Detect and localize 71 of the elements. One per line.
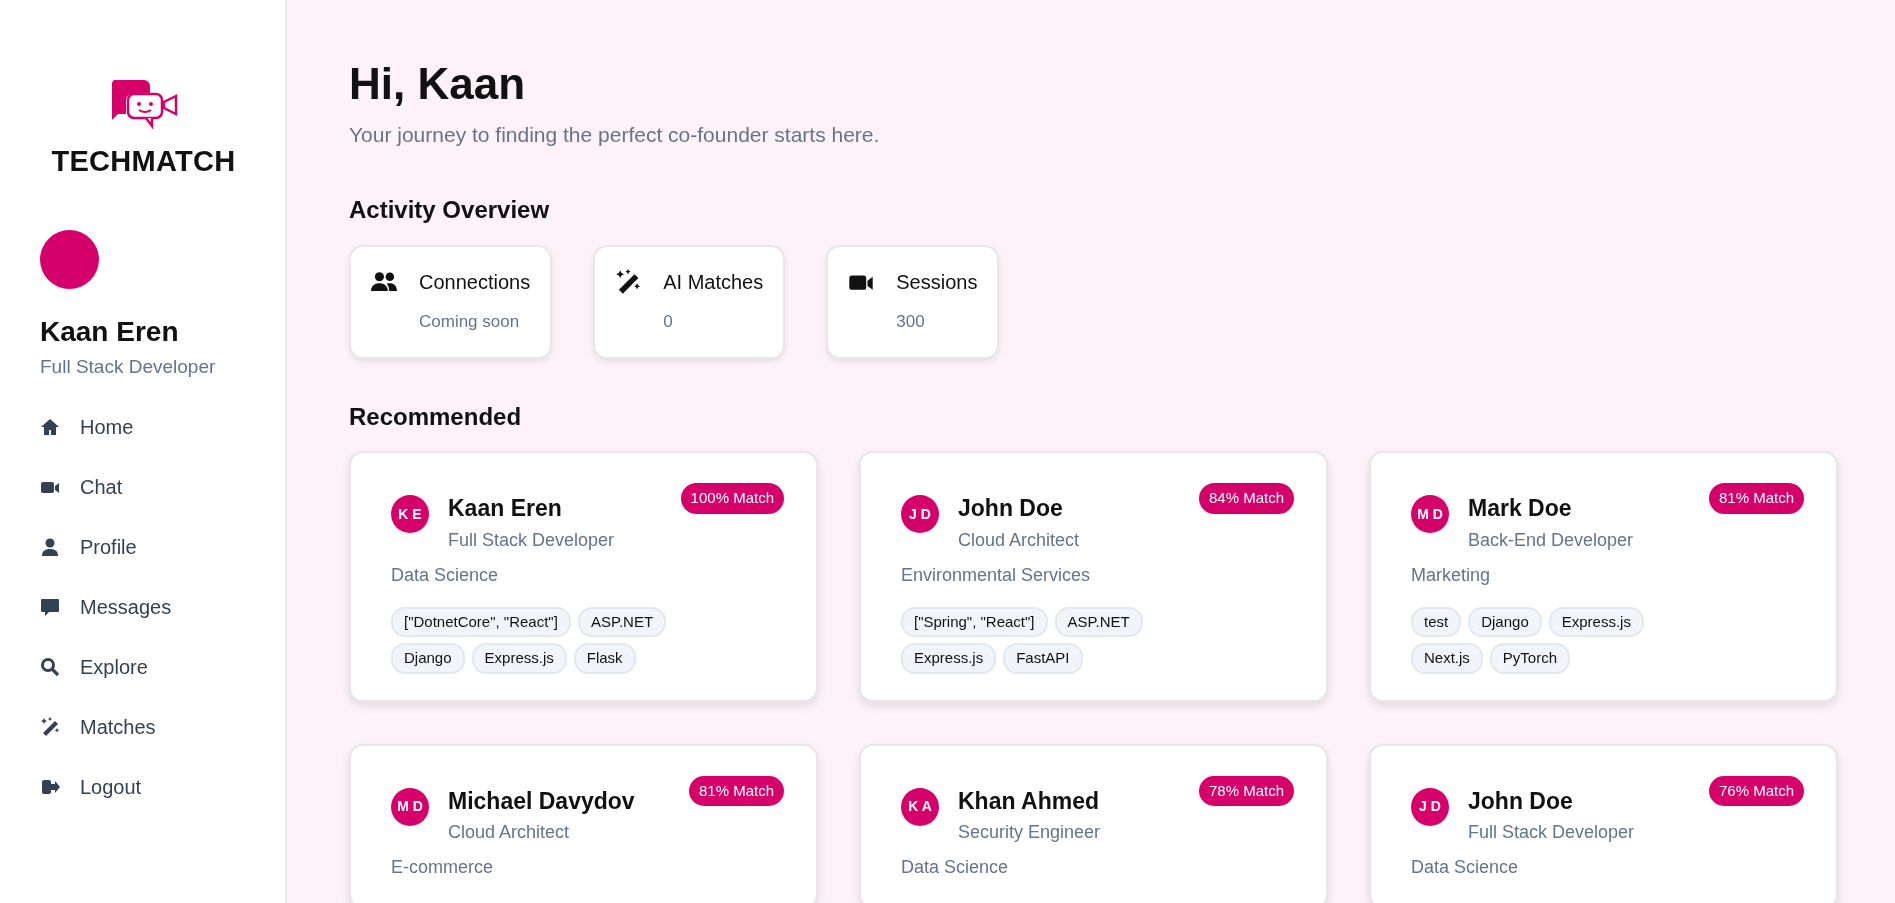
nav-link[interactable]: Profile <box>40 517 285 577</box>
profile-name: Khan Ahmed <box>958 786 1100 816</box>
initials-avatar: M D <box>391 787 429 826</box>
stat-value: Coming soon <box>419 311 521 334</box>
skill-tag: Express.js <box>1548 606 1644 638</box>
magic-wand-icon <box>615 269 642 296</box>
stat-value: 0 <box>663 311 674 334</box>
initials-avatar: J D <box>1411 787 1449 826</box>
nav-link[interactable]: Messages <box>40 577 285 637</box>
nav-link[interactable]: Matches <box>40 697 285 757</box>
nav-link[interactable]: Explore <box>40 637 285 697</box>
match-badge: 84% Match <box>1198 483 1294 514</box>
profile-industry: Data Science <box>901 856 1010 880</box>
profile-name: John Doe <box>958 494 1064 524</box>
skill-tag: ASP.NET <box>1054 606 1143 638</box>
user-role: Full Stack Developer <box>40 354 217 379</box>
profile-industry: Environmental Services <box>901 563 1092 587</box>
skill-tag: ASP.NET <box>577 606 667 638</box>
skill-tag: PyTorch <box>1489 643 1571 674</box>
greeting-title: Hi, Kaan <box>349 58 527 110</box>
profile-role: Back-End Developer <box>1468 528 1634 552</box>
match-badge: 76% Match <box>1708 775 1804 807</box>
profile-role: Cloud Architect <box>448 821 571 845</box>
logout-icon <box>40 777 60 797</box>
initials-avatar: M D <box>1411 495 1449 534</box>
stat-label: AI Matches <box>663 270 764 296</box>
section-title: Activity Overview <box>349 196 551 226</box>
match-badge: 81% Match <box>1708 483 1804 514</box>
profile-industry: Marketing <box>1411 563 1492 587</box>
skill-tag: test <box>1411 606 1462 638</box>
skill-tag: Express.js <box>901 643 997 674</box>
profile-role: Security Engineer <box>958 821 1101 845</box>
initials-avatar: J D <box>901 495 939 534</box>
skill-tag: FastAPI <box>1003 643 1083 674</box>
skill-tag: ["DotnetCore", "React"] <box>391 606 571 638</box>
speech-bubble-icon <box>40 597 60 617</box>
stat-label: Sessions <box>896 270 978 296</box>
profile-industry: E-commerce <box>391 856 494 880</box>
profile-industry: Data Science <box>1411 856 1520 880</box>
profile-industry: Data Science <box>391 563 500 587</box>
profile-name: Michael Davydov <box>448 786 635 816</box>
profile-role: Full Stack Developer <box>1468 821 1635 845</box>
skill-tag: Django <box>391 643 465 674</box>
profile-role: Cloud Architect <box>958 528 1080 552</box>
profile-name: John Doe <box>1468 786 1574 816</box>
profile-role: Full Stack Developer <box>448 528 615 552</box>
profile-name: Mark Doe <box>1468 494 1573 524</box>
skill-tag: Django <box>1468 606 1542 638</box>
stat-label: Connections <box>419 270 531 296</box>
match-badge: 81% Match <box>688 775 784 807</box>
skill-tag: Next.js <box>1411 643 1483 674</box>
section-title: Recommended <box>349 402 523 432</box>
nav-link[interactable]: Chat <box>40 457 285 517</box>
stat-value: 300 <box>896 311 926 334</box>
skill-tag: ["Spring", "React"] <box>901 606 1048 638</box>
match-badge: 78% Match <box>1198 775 1294 807</box>
person-icon <box>40 537 60 557</box>
home-icon <box>40 417 60 437</box>
match-badge: 100% Match <box>680 483 784 514</box>
user-name: Kaan Eren <box>40 314 180 349</box>
brand-name: TECHMATCH <box>51 144 236 179</box>
magic-wand-icon <box>40 717 60 737</box>
profile-name: Kaan Eren <box>448 494 563 524</box>
nav-link[interactable]: Logout <box>40 757 285 817</box>
search-icon <box>40 657 60 677</box>
greeting-subtitle: Your journey to finding the perfect co-founder starts here. <box>349 121 881 148</box>
initials-avatar: K A <box>901 787 939 826</box>
initials-avatar: K E <box>391 495 429 534</box>
skill-tag: Flask <box>573 643 636 674</box>
skill-tag: Express.js <box>471 643 567 674</box>
nav-link[interactable]: Home <box>40 397 285 457</box>
